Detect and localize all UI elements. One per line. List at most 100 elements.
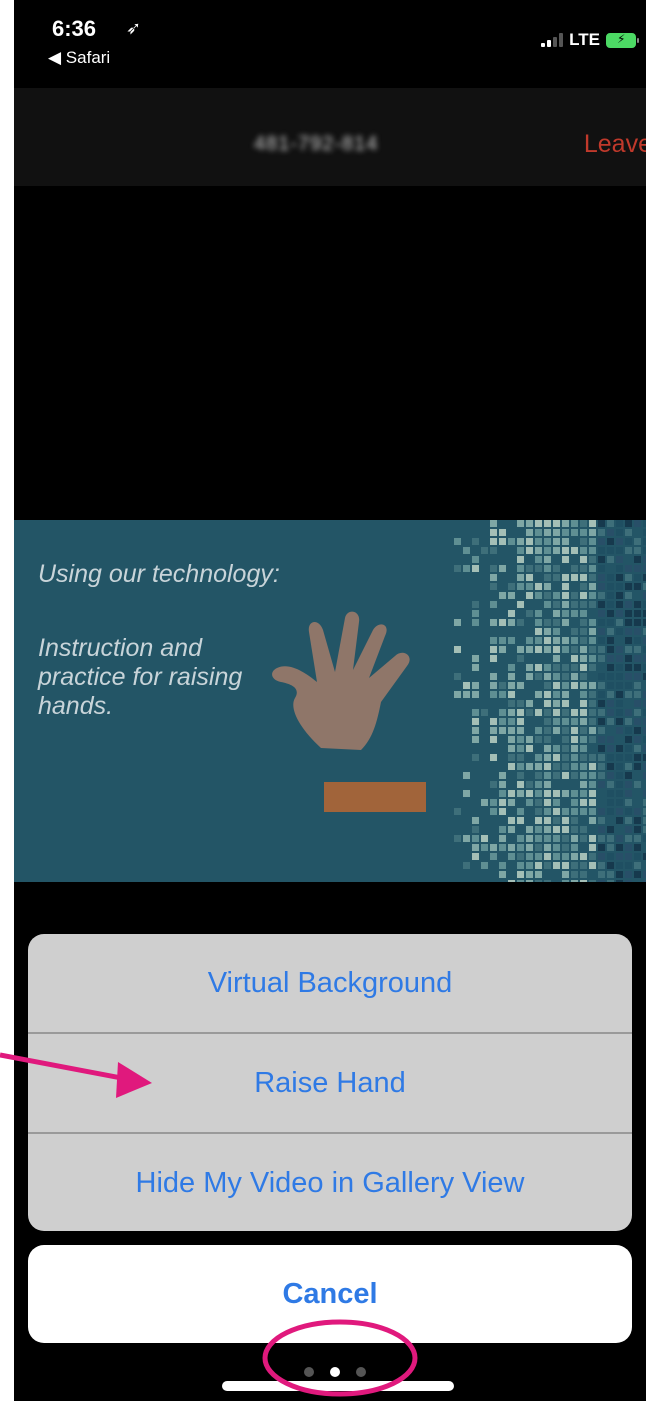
pixel-tile [625,754,632,761]
pixel-tile [598,520,605,527]
pixel-tile [589,520,596,527]
pixel-tile [580,592,587,599]
pixel-tile [517,808,524,815]
pixel-tile [625,880,632,882]
pixel-tile [490,682,497,689]
pixel-tile [472,619,479,626]
pixel-tile [553,826,560,833]
pixel-tile [526,799,533,806]
pixel-tile [562,754,569,761]
pixel-tile [562,529,569,536]
pixel-tile [607,556,614,563]
pixel-tile [589,655,596,662]
pixel-tile [472,610,479,617]
pixel-tile [499,637,506,644]
page-indicator[interactable] [304,1367,366,1377]
pixel-tile [526,790,533,797]
pixel-tile [517,709,524,716]
pixel-tile [562,718,569,725]
pixel-tile [589,718,596,725]
pixel-tile [454,691,461,698]
pixel-tile [598,826,605,833]
pixel-tile [490,547,497,554]
pixel-tile [607,538,614,545]
pixel-tile [607,790,614,797]
pixel-tile [499,862,506,869]
status-time: 6:36 [52,16,97,41]
pixel-tile [607,646,614,653]
pixel-tile [472,538,479,545]
pixel-tile [598,646,605,653]
virtual-background-option[interactable]: Virtual Background [28,934,632,1032]
raised-hand-icon [272,611,410,750]
pixel-tile [553,835,560,842]
leave-button[interactable]: Leave [584,130,646,159]
pixel-tile [544,637,551,644]
pixel-tile [607,700,614,707]
raise-hand-option[interactable]: Raise Hand [28,1034,632,1132]
pixel-tile [544,790,551,797]
pixel-tile [625,862,632,869]
pixel-tile [535,853,542,860]
pixel-tile [625,826,632,833]
pixel-tile [580,808,587,815]
pixel-tile [526,574,533,581]
hide-my-video-option[interactable]: Hide My Video in Gallery View [28,1134,632,1231]
pixel-tile [589,538,596,545]
pixel-tile [517,844,524,851]
pixel-tile [499,682,506,689]
pixel-tile [571,826,578,833]
cancel-button[interactable]: Cancel [28,1245,632,1343]
pixel-tile [589,574,596,581]
pixel-tile [535,772,542,779]
pixel-tile [553,763,560,770]
pixel-tile [625,817,632,824]
pixel-tile [535,763,542,770]
pixel-tile [508,880,515,882]
pixel-tile [598,772,605,779]
pixel-tile [616,790,623,797]
pixel-tile [625,808,632,815]
home-indicator[interactable] [222,1381,454,1391]
pixel-tile [634,538,641,545]
pixel-tile [544,817,551,824]
pixel-tile [508,799,515,806]
pixel-tile [589,808,596,815]
back-to-safari-link[interactable]: ◀ Safari [48,48,110,68]
pixel-tile [535,844,542,851]
pixel-tile [571,574,578,581]
pixel-tile [544,826,551,833]
pixel-tile [607,880,614,882]
pixel-tile [526,646,533,653]
pixel-tile [508,727,515,734]
pixel-tile [526,736,533,743]
pixel-tile [616,700,623,707]
pixel-tile [499,799,506,806]
pixel-tile [499,538,506,545]
pixel-tile [598,880,605,882]
meeting-id: 481-792-814 [254,133,379,155]
pixel-tile [490,520,497,527]
pixel-tile [508,700,515,707]
pixel-tile [526,529,533,536]
pixel-tile [634,700,641,707]
pixel-tile [607,529,614,536]
pixel-tile [598,871,605,878]
pixel-tile [580,754,587,761]
pixel-tile [517,700,524,707]
pixel-tile [526,871,533,878]
pixel-tile [517,781,524,788]
pixel-tile [634,871,641,878]
pixel-tile [625,772,632,779]
pixel-tile [598,736,605,743]
pixel-tile [526,745,533,752]
pixel-tile [454,619,461,626]
pixel-tile [598,754,605,761]
pixel-tile [472,655,479,662]
pixel-tile [490,637,497,644]
location-arrow-icon: ➶ [126,18,142,38]
pixel-tile [517,556,524,563]
pixel-tile [598,556,605,563]
pixel-tile [544,709,551,716]
pixel-tile [562,700,569,707]
